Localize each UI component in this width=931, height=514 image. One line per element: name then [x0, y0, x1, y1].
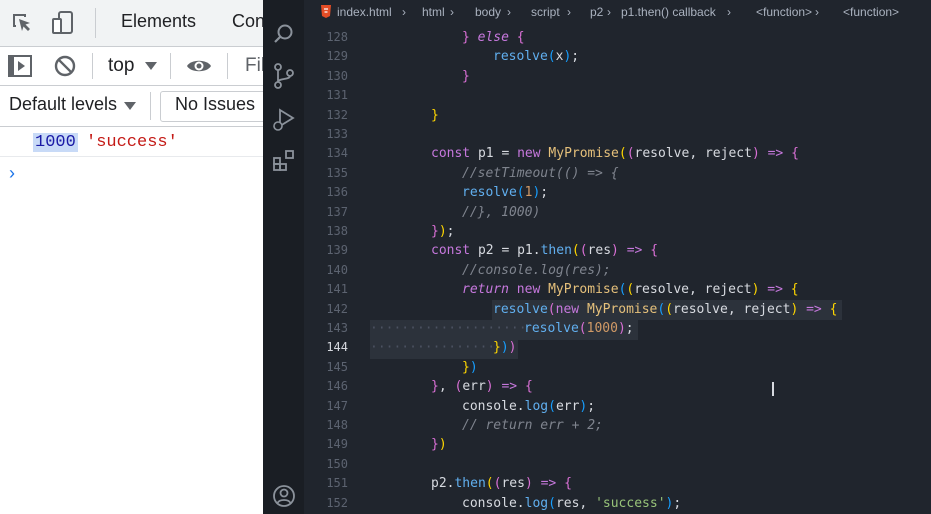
breadcrumb-separator: ›: [607, 5, 611, 19]
breadcrumb-separator: ›: [402, 5, 406, 19]
code-editor[interactable]: index.html › html › body › script › p2 ›…: [304, 0, 931, 514]
code-line: 142 resolve(new MyPromise((resolve, rejec…: [326, 301, 838, 317]
code-line: 149}): [326, 437, 447, 453]
devtools-tab-bar: Elements Con: [0, 0, 263, 47]
breadcrumb-item[interactable]: p2: [590, 5, 603, 19]
code-line: 133: [326, 127, 348, 141]
dropdown-arrow-icon[interactable]: [124, 102, 136, 110]
context-selector[interactable]: top: [108, 55, 134, 77]
breadcrumb: index.html › html › body › script › p2 ›…: [304, 0, 931, 24]
code-line: 129 resolve(x);: [326, 49, 580, 65]
filter-input[interactable]: Fil: [245, 55, 263, 77]
code-line: 136 resolve(1);: [326, 185, 549, 201]
eye-icon[interactable]: [186, 57, 212, 75]
code-line: 139 const p2 = p1.then((res) => {: [326, 243, 659, 259]
code-line: 141 return new MyPromise((resolve, reject…: [326, 282, 799, 298]
device-toggle-icon[interactable]: [50, 10, 76, 36]
code-line: 140//console.log(res);: [326, 262, 611, 278]
devtools-panel: Elements Con top Fil Default levels No I…: [0, 0, 263, 514]
search-icon[interactable]: [272, 22, 296, 46]
issues-label: No Issues: [175, 94, 256, 114]
code-line: 147 console.log(err);: [326, 398, 596, 414]
breadcrumb-separator: ›: [727, 5, 731, 19]
code-line: 131: [326, 88, 348, 103]
breadcrumb-item[interactable]: <function>: [843, 5, 899, 19]
code-line: 128} else {: [326, 30, 525, 45]
breadcrumb-item[interactable]: script: [531, 5, 560, 19]
tab-elements[interactable]: Elements: [121, 11, 196, 32]
tab-console[interactable]: Con: [232, 11, 263, 32]
code-line: 151 p2.then((res) => {: [326, 476, 572, 492]
dropdown-arrow-icon[interactable]: [145, 62, 157, 70]
code-line: 152 console.log(res, 'success');: [326, 495, 682, 511]
code-line: 134 const p1 = new MyPromise((resolve, re…: [326, 146, 799, 162]
code-line: 132}: [326, 107, 439, 123]
account-icon[interactable]: [272, 484, 296, 508]
breadcrumb-item[interactable]: body: [475, 5, 501, 19]
console-string-value: 'success': [86, 133, 178, 152]
code-line: 146}, (err) => {: [326, 379, 533, 395]
code-line: 150: [326, 456, 348, 471]
sidebar-toggle-icon[interactable]: [8, 55, 32, 77]
breadcrumb-item[interactable]: html: [422, 5, 445, 19]
code-line: 145}): [326, 359, 478, 375]
mouse-cursor: [772, 382, 774, 396]
run-debug-icon[interactable]: [272, 106, 296, 132]
inspect-icon[interactable]: [10, 11, 34, 35]
console-toolbar: top Fil: [0, 47, 263, 86]
code-line: 143 ···················· resolve(1000);: [326, 321, 634, 336]
code-line-active: 144 ················})): [326, 340, 517, 356]
code-line: 138});: [326, 224, 455, 239]
clear-console-icon[interactable]: [54, 55, 76, 77]
breadcrumb-separator: ›: [450, 5, 454, 19]
log-levels-dropdown[interactable]: Default levels: [9, 94, 117, 115]
breadcrumb-item[interactable]: <function>: [756, 5, 812, 19]
breadcrumb-item[interactable]: p1.then() callback: [621, 5, 716, 19]
code-line: 137//}, 1000): [326, 204, 541, 220]
code-line: 148// return err + 2;: [326, 418, 603, 433]
breadcrumb-item[interactable]: index.html: [337, 5, 392, 19]
source-control-icon[interactable]: [273, 63, 295, 89]
html-file-icon: [321, 5, 331, 18]
activity-bar: [263, 0, 304, 514]
console-number-value: 1000: [33, 133, 78, 152]
breadcrumb-separator: ›: [507, 5, 511, 19]
console-prompt[interactable]: ›: [9, 163, 15, 184]
breadcrumb-separator: ›: [815, 5, 819, 19]
code-line: 130}: [326, 68, 470, 84]
breadcrumb-separator: ›: [567, 5, 571, 19]
extensions-icon[interactable]: [273, 149, 295, 171]
code-line: 135//setTimeout(() => {: [326, 165, 619, 181]
